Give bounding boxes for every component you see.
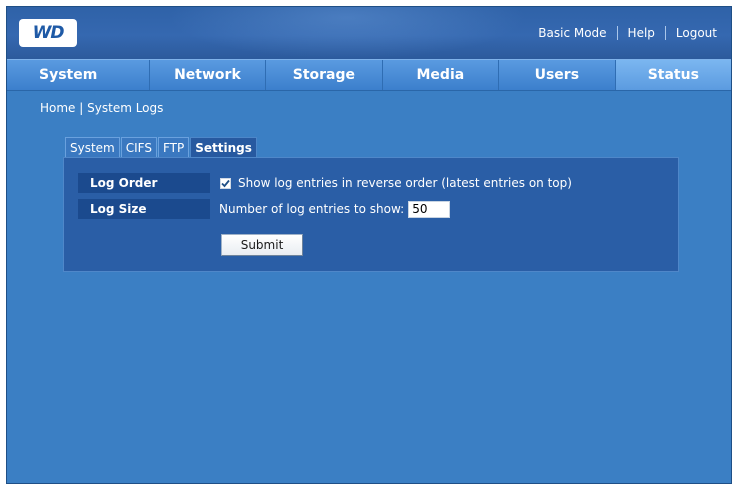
log-entries-count-input[interactable] bbox=[408, 200, 451, 218]
app-window: WD Basic Mode Help Logout System Network… bbox=[6, 6, 732, 484]
subtab-system[interactable]: System bbox=[65, 137, 120, 158]
nav-tab-network[interactable]: Network bbox=[150, 60, 267, 90]
submit-button[interactable]: Submit bbox=[221, 234, 303, 256]
nav-tab-system[interactable]: System bbox=[7, 60, 150, 90]
help-link[interactable]: Help bbox=[628, 26, 655, 40]
nav-tab-status[interactable]: Status bbox=[615, 60, 731, 90]
log-order-row: Log Order Show log entries in reverse or… bbox=[78, 173, 572, 193]
subtab-settings[interactable]: Settings bbox=[190, 137, 257, 158]
log-order-value: Show log entries in reverse order (lates… bbox=[220, 176, 572, 190]
nav-tab-storage[interactable]: Storage bbox=[266, 60, 383, 90]
log-size-label: Log Size bbox=[78, 199, 210, 219]
settings-panel: Log Order Show log entries in reverse or… bbox=[63, 157, 679, 272]
log-size-value: Number of log entries to show: bbox=[219, 200, 451, 218]
nav-tab-media[interactable]: Media bbox=[383, 60, 500, 90]
link-divider bbox=[664, 26, 666, 40]
log-subtabs: System CIFS FTP Settings bbox=[65, 137, 258, 158]
header-bar: WD Basic Mode Help Logout bbox=[7, 7, 731, 59]
breadcrumb-separator: | bbox=[79, 101, 84, 115]
main-nav: System Network Storage Media Users Statu… bbox=[7, 59, 731, 91]
log-size-prompt: Number of log entries to show: bbox=[219, 202, 405, 216]
basic-mode-link[interactable]: Basic Mode bbox=[538, 26, 606, 40]
logout-link[interactable]: Logout bbox=[676, 26, 717, 40]
link-divider bbox=[616, 26, 618, 40]
breadcrumb-home-link[interactable]: Home bbox=[40, 101, 75, 115]
log-size-row: Log Size Number of log entries to show: bbox=[78, 199, 451, 219]
reverse-order-checkbox[interactable] bbox=[220, 177, 231, 189]
top-links: Basic Mode Help Logout bbox=[538, 26, 717, 40]
nav-tab-users[interactable]: Users bbox=[499, 60, 616, 90]
subtab-cifs[interactable]: CIFS bbox=[120, 137, 157, 158]
breadcrumb: Home | System Logs bbox=[40, 101, 163, 115]
checkmark-icon bbox=[221, 179, 230, 187]
wd-logo: WD bbox=[19, 19, 77, 47]
log-order-label: Log Order bbox=[78, 173, 210, 193]
reverse-order-checkbox-label: Show log entries in reverse order (lates… bbox=[238, 176, 572, 190]
subtab-ftp[interactable]: FTP bbox=[157, 137, 190, 158]
breadcrumb-current: System Logs bbox=[87, 101, 164, 115]
logo-text: WD bbox=[32, 23, 65, 43]
